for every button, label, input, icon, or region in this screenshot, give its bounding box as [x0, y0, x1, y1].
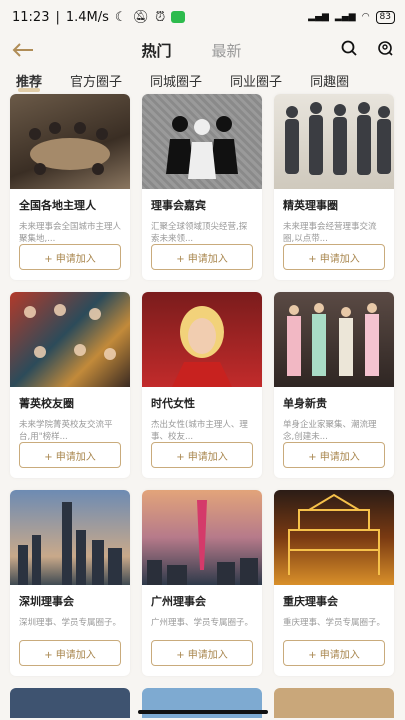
circle-grid: 全国各地主理人 未来理事会全国城市主理人聚集地,... + 申请加入 理事会嘉宾…: [10, 94, 395, 676]
join-button[interactable]: + 申请加入: [151, 442, 253, 468]
card-title: 全国各地主理人: [19, 199, 96, 212]
user-search-icon[interactable]: [377, 40, 393, 60]
category-same-interest[interactable]: 同趣圈: [310, 71, 349, 90]
back-arrow-icon[interactable]: [12, 38, 42, 63]
join-button[interactable]: + 申请加入: [151, 244, 253, 270]
card-title: 深圳理事会: [19, 595, 74, 608]
alarm-icon: ⏰︎: [155, 9, 166, 25]
card-image: [274, 94, 394, 189]
card-image: [142, 292, 262, 387]
circle-card[interactable]: 理事会嘉宾 汇聚全球领域顶尖经营,探索未来领... + 申请加入: [142, 94, 262, 280]
status-bar: 11:23 | 1.4M/s ☾ 🔕︎ ⏰︎ ▂▄▆ ▂▄▆ ◠ 83: [0, 0, 405, 34]
join-button[interactable]: + 申请加入: [283, 442, 385, 468]
wifi-icon: ◠: [361, 12, 370, 22]
category-same-city[interactable]: 同城圈子: [150, 71, 202, 90]
category-official[interactable]: 官方圈子: [70, 71, 122, 90]
network-speed: 1.4M/s: [65, 9, 109, 25]
card-title: 单身新贵: [283, 397, 327, 410]
signal-icon: ▂▄▆: [308, 12, 329, 22]
search-icon[interactable]: [341, 40, 357, 60]
circle-card[interactable]: 广州理事会 广州理事、学员专属圈子。 + 申请加入: [142, 490, 262, 676]
card-desc: 未来理事会全国城市主理人聚集地,...: [19, 222, 122, 244]
top-nav: 热门 最新: [0, 34, 405, 66]
category-recommend[interactable]: 推荐: [16, 71, 42, 92]
card-desc: 汇聚全球领域顶尖经营,探索未来领...: [151, 222, 248, 244]
join-button[interactable]: + 申请加入: [283, 640, 385, 666]
card-image: [142, 94, 262, 189]
card-image: [10, 490, 130, 585]
card-desc: 杰出女性(城市主理人、理事、校友...: [151, 420, 248, 442]
join-button[interactable]: + 申请加入: [19, 244, 121, 270]
card-image: [274, 490, 394, 585]
card-image: [10, 292, 130, 387]
battery-icon: 83: [375, 10, 395, 24]
card-title: 理事会嘉宾: [151, 199, 206, 212]
card-image: [274, 292, 394, 387]
card-image: [142, 490, 262, 585]
category-tabs: 推荐 官方圈子 同城圈子 同业圈子 同趣圈: [0, 66, 405, 94]
circle-card[interactable]: 时代女性 杰出女性(城市主理人、理事、校友... + 申请加入: [142, 292, 262, 478]
card-desc: 单身企业家聚集、潮流理念,创建未...: [283, 420, 377, 442]
circle-card[interactable]: 深圳理事会 深圳理事、学员专属圈子。 + 申请加入: [10, 490, 130, 676]
card-desc: 未来学院菁英校友交流平台,用"榜样...: [19, 420, 113, 442]
partial-card-image: [274, 688, 394, 718]
dnd-icon: ☾: [114, 9, 127, 25]
card-title: 菁英校友圈: [19, 397, 74, 410]
circle-card[interactable]: 菁英校友圈 未来学院菁英校友交流平台,用"榜样... + 申请加入: [10, 292, 130, 478]
card-desc: 未来理事会经营理事交流圈,以点带...: [283, 222, 377, 244]
card-image: [10, 94, 130, 189]
circle-card[interactable]: 精英理事圈 未来理事会经营理事交流圈,以点带... + 申请加入: [274, 94, 394, 280]
card-title: 精英理事圈: [283, 199, 338, 212]
card-title: 重庆理事会: [283, 595, 338, 608]
category-same-industry[interactable]: 同业圈子: [230, 71, 282, 90]
partial-card-image: [10, 688, 130, 718]
tab-hot[interactable]: 热门: [141, 40, 171, 61]
circle-card[interactable]: 重庆理事会 重庆理事、学员专属圈子。 + 申请加入: [274, 490, 394, 676]
circle-card[interactable]: 单身新贵 单身企业家聚集、潮流理念,创建未... + 申请加入: [274, 292, 394, 478]
circle-card[interactable]: 全国各地主理人 未来理事会全国城市主理人聚集地,... + 申请加入: [10, 94, 130, 280]
card-desc: 广州理事、学员专属圈子。: [151, 618, 254, 628]
join-button[interactable]: + 申请加入: [19, 442, 121, 468]
tab-latest[interactable]: 最新: [212, 40, 242, 61]
mute-icon: 🔕︎: [132, 9, 150, 25]
status-time: 11:23: [12, 9, 50, 25]
join-button[interactable]: + 申请加入: [19, 640, 121, 666]
card-desc: 深圳理事、学员专属圈子。: [19, 618, 122, 628]
card-title: 广州理事会: [151, 595, 206, 608]
card-desc: 重庆理事、学员专属圈子。: [283, 618, 386, 628]
join-button[interactable]: + 申请加入: [283, 244, 385, 270]
card-title: 时代女性: [151, 397, 195, 410]
join-button[interactable]: + 申请加入: [151, 640, 253, 666]
home-indicator[interactable]: [137, 710, 268, 714]
signal-icon-2: ▂▄▆: [334, 12, 356, 22]
wechat-icon: [171, 11, 186, 23]
